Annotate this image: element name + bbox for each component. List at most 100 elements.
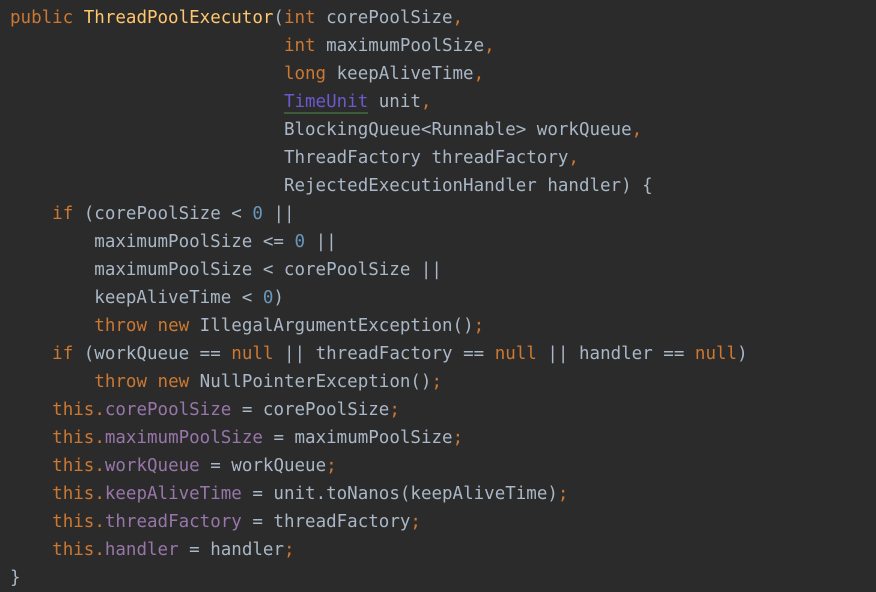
code-token-ident: || handler ==	[536, 344, 695, 364]
code-line[interactable]: keepAliveTime < 0)	[0, 284, 876, 312]
code-token-kw: throw	[94, 372, 147, 392]
code-token-ident: = maximumPoolSize	[262, 428, 453, 448]
code-token-ident: = corePoolSize	[231, 400, 390, 420]
code-token-kw: new	[157, 316, 190, 336]
code-token-field: keepAliveTime	[104, 484, 242, 504]
code-line[interactable]: maximumPoolSize <= 0 ||	[0, 228, 876, 256]
code-token-kw: new	[157, 372, 190, 392]
code-token-plain: (	[273, 8, 284, 28]
code-editor-pane[interactable]: public ThreadPoolExecutor(int corePoolSi…	[0, 0, 876, 588]
code-token-punct: ;	[473, 316, 485, 336]
code-token-ident: = threadFactory	[241, 512, 411, 532]
code-token-ident: }	[10, 568, 21, 588]
code-line[interactable]: ThreadFactory threadFactory,	[0, 144, 876, 172]
code-line[interactable]: throw new IllegalArgumentException();	[0, 312, 876, 340]
code-token-punct: ;	[283, 540, 295, 560]
code-token-field: workQueue	[104, 456, 200, 476]
code-token-punct: ;	[389, 400, 400, 420]
code-token-ident: )	[737, 344, 748, 364]
code-token-ident: maximumPoolSize < corePoolSize ||	[10, 260, 442, 280]
code-token-punct: .	[94, 484, 105, 504]
code-token-field: corePoolSize	[104, 400, 232, 420]
code-line[interactable]: BlockingQueue<Runnable> workQueue,	[0, 116, 876, 144]
code-token-punct: ;	[410, 512, 421, 532]
code-token-punct: .	[94, 428, 105, 448]
code-line[interactable]: throw new NullPointerException();	[0, 368, 876, 396]
code-token-punct: .	[94, 456, 105, 476]
code-line[interactable]: int maximumPoolSize,	[0, 32, 876, 60]
code-token-num: 0	[262, 288, 274, 308]
code-token-ident: maximumPoolSize	[315, 36, 485, 56]
code-token-ident: maximumPoolSize <=	[10, 232, 295, 252]
code-token-kw: throw	[94, 316, 147, 336]
code-line[interactable]: this.maximumPoolSize = maximumPoolSize;	[0, 424, 876, 452]
code-token-ident: unit	[368, 92, 421, 112]
code-token-ident: IllegalArgumentException()	[189, 316, 474, 336]
code-token-num: 0	[294, 232, 306, 252]
code-token-field: handler	[104, 540, 179, 560]
code-token-ctor: ThreadPoolExecutor	[83, 8, 274, 28]
code-line[interactable]: maximumPoolSize < corePoolSize ||	[0, 256, 876, 284]
code-token-punct: ;	[557, 484, 569, 504]
code-token-kw: this	[52, 456, 95, 476]
code-line[interactable]: public ThreadPoolExecutor(int corePoolSi…	[0, 4, 876, 32]
code-token-kw: this	[52, 540, 95, 560]
code-token-kw: int	[283, 8, 316, 28]
code-token-field: maximumPoolSize	[104, 428, 263, 448]
code-token-kw: public	[10, 8, 74, 28]
code-line[interactable]: this.keepAliveTime = unit.toNanos(keepAl…	[0, 480, 876, 508]
code-line[interactable]: this.threadFactory = threadFactory;	[0, 508, 876, 536]
code-token-punct: ,	[420, 92, 432, 112]
code-token-kw: this	[52, 400, 95, 420]
code-token-punct: .	[94, 512, 105, 532]
code-token-link[interactable]: TimeUnit	[283, 92, 369, 114]
code-token-punct: ,	[473, 64, 485, 84]
code-line[interactable]: TimeUnit unit,	[0, 88, 876, 116]
code-line[interactable]: if (workQueue == null || threadFactory =…	[0, 340, 876, 368]
code-token-ident: ||	[262, 204, 295, 224]
code-token-type: RejectedExecutionHandler handler) {	[283, 176, 653, 196]
code-token-kw: long	[283, 64, 327, 84]
code-line[interactable]: this.workQueue = workQueue;	[0, 452, 876, 480]
code-token-ident: keepAliveTime <	[10, 288, 263, 308]
code-token-punct: .	[94, 400, 105, 420]
code-token-kw: null	[494, 344, 537, 364]
code-token-punct: ,	[452, 8, 464, 28]
code-token-ident: corePoolSize	[315, 8, 453, 28]
code-token-punct: ;	[452, 428, 464, 448]
code-line[interactable]: this.handler = handler;	[0, 536, 876, 564]
code-line[interactable]: RejectedExecutionHandler handler) {	[0, 172, 876, 200]
code-token-ident: NullPointerException()	[189, 372, 432, 392]
code-token-punct: ,	[484, 36, 495, 56]
code-token-punct: ,	[568, 148, 579, 168]
code-token-kw: if	[52, 204, 74, 224]
code-token-punct: .	[94, 540, 105, 560]
code-token-punct: ;	[431, 372, 443, 392]
code-line[interactable]: this.corePoolSize = corePoolSize;	[0, 396, 876, 424]
code-token-ident: = handler	[178, 540, 284, 560]
code-token-ident: = workQueue	[199, 456, 327, 476]
code-token-ident: ||	[305, 232, 337, 252]
code-token-ident: (workQueue ==	[73, 344, 232, 364]
code-line[interactable]: if (corePoolSize < 0 ||	[0, 200, 876, 228]
code-token-num: 0	[252, 204, 263, 224]
code-token-kw: if	[52, 344, 74, 364]
code-line[interactable]: long keepAliveTime,	[0, 60, 876, 88]
code-token-ident: keepAliveTime	[326, 64, 474, 84]
code-token-ident: )	[273, 288, 284, 308]
